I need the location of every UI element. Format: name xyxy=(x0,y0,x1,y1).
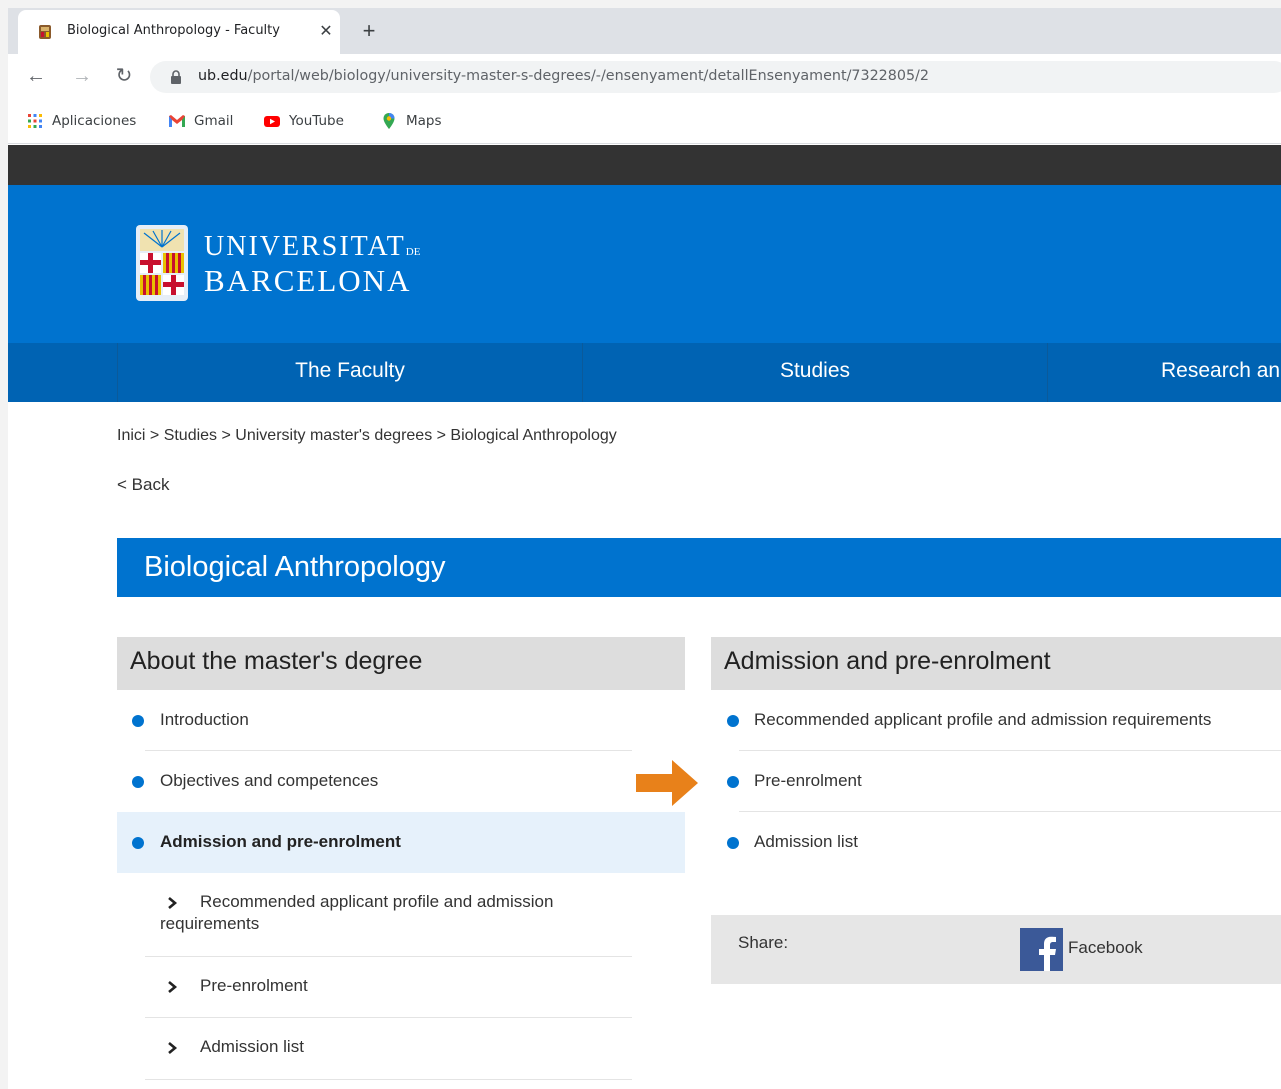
panel-header: Admission and pre-enrolment xyxy=(711,637,1281,690)
share-label: Share: xyxy=(738,933,789,952)
youtube-icon xyxy=(264,116,280,127)
facebook-icon[interactable] xyxy=(1020,928,1063,971)
forward-arrow-icon[interactable]: → xyxy=(70,64,94,88)
ub-favicon-icon xyxy=(39,25,51,39)
site-header: UNIVERSITATDE BARCELONA xyxy=(8,185,1281,343)
url-host: ub.edu xyxy=(198,68,248,84)
bookmark-label: YouTube xyxy=(289,113,344,129)
nav-item-the-faculty[interactable]: The Faculty xyxy=(117,343,582,402)
logo-word-de: DE xyxy=(405,246,421,258)
close-tab-icon[interactable]: ✕ xyxy=(316,22,336,42)
about-degree-panel: About the master's degree Introduction O… xyxy=(117,637,685,1089)
page-title: Biological Anthropology xyxy=(144,551,446,583)
bullet-icon xyxy=(727,715,739,727)
gmail-icon xyxy=(169,115,185,127)
link-label: Pre-enrolment xyxy=(754,771,862,790)
new-tab-icon[interactable]: + xyxy=(357,19,381,43)
site-top-bar xyxy=(8,145,1281,185)
url-text: ub.edu/portal/web/biology/university-mas… xyxy=(198,68,929,84)
link-label: Recommended applicant profile and admiss… xyxy=(754,710,1212,729)
submenu-item-label: Pre-enrolment xyxy=(200,976,308,995)
browser-window: Biological Anthropology - Faculty ✕ + ← … xyxy=(8,8,1281,1089)
bookmark-label: Gmail xyxy=(194,113,234,129)
browser-toolbar: ← → ↻ ub.edu/portal/web/biology/universi… xyxy=(8,54,1281,98)
menu-item-introduction[interactable]: Introduction xyxy=(117,690,685,751)
nav-item-research[interactable]: Research and xyxy=(1047,343,1281,402)
logo-word-universitat: UNIVERSITAT xyxy=(204,231,406,262)
maps-pin-icon xyxy=(383,113,395,129)
bookmark-maps[interactable]: Maps xyxy=(380,111,442,131)
tab-title: Biological Anthropology - Faculty xyxy=(67,23,280,38)
panel-title: Admission and pre-enrolment xyxy=(724,647,1051,675)
link-pre-enrolment[interactable]: Pre-enrolment xyxy=(711,751,1281,812)
url-path: /portal/web/biology/university-master-s-… xyxy=(247,68,929,84)
bookmark-label: Maps xyxy=(406,113,442,129)
menu-item-label: Introduction xyxy=(160,710,249,729)
menu-item-label: Objectives and competences xyxy=(160,771,379,790)
browser-tab[interactable]: Biological Anthropology - Faculty ✕ xyxy=(18,10,340,54)
menu-item-label: Admission and pre-enrolment xyxy=(160,832,401,851)
breadcrumb[interactable]: Inici > Studies > University master's de… xyxy=(117,427,617,445)
bookmark-gmail[interactable]: Gmail xyxy=(168,111,233,131)
bullet-icon xyxy=(132,715,144,727)
submenu-item-admission-list[interactable]: Admission list xyxy=(117,1018,685,1080)
main-navigation: The Faculty Studies Research and xyxy=(8,343,1281,402)
apps-grid-icon xyxy=(28,114,42,128)
logo-text-universitat: UNIVERSITATDE xyxy=(204,231,420,263)
nav-item-studies[interactable]: Studies xyxy=(582,343,1047,402)
logo-text-barcelona: BARCELONA xyxy=(204,263,412,298)
bookmark-label: Aplicaciones xyxy=(52,113,137,129)
address-bar[interactable]: ub.edu/portal/web/biology/university-mas… xyxy=(150,61,1281,93)
highlight-arrow-icon xyxy=(636,760,698,806)
link-applicant-profile[interactable]: Recommended applicant profile and admiss… xyxy=(711,690,1281,751)
bullet-icon xyxy=(727,837,739,849)
divider xyxy=(145,1079,632,1080)
submenu-item-label: Recommended applicant profile and admiss… xyxy=(160,892,554,933)
facebook-share-link[interactable]: Facebook xyxy=(1068,938,1143,958)
tab-strip: Biological Anthropology - Faculty ✕ + xyxy=(8,8,1281,54)
back-arrow-icon[interactable]: ← xyxy=(24,64,48,88)
reload-icon[interactable]: ↻ xyxy=(112,64,136,88)
page-title-bar: Biological Anthropology xyxy=(117,538,1281,597)
menu-item-admission-active[interactable]: Admission and pre-enrolment xyxy=(117,812,685,873)
link-label: Admission list xyxy=(754,832,858,851)
lock-icon xyxy=(171,70,181,84)
submenu-item-label: Admission list xyxy=(200,1037,304,1056)
link-admission-list[interactable]: Admission list xyxy=(711,812,1281,873)
bookmark-apps[interactable]: Aplicaciones xyxy=(26,111,136,131)
bullet-icon xyxy=(132,837,144,849)
panel-title: About the master's degree xyxy=(130,647,423,675)
university-logo[interactable]: UNIVERSITATDE BARCELONA xyxy=(136,225,436,305)
bullet-icon xyxy=(132,776,144,788)
bookmark-youtube[interactable]: YouTube xyxy=(263,111,344,131)
bookmarks-bar: Aplicaciones Gmail YouTube Maps xyxy=(8,98,1281,144)
share-box: Share: Facebook xyxy=(711,915,1281,984)
submenu-item-applicant-profile[interactable]: Recommended applicant profile and admiss… xyxy=(117,873,685,957)
admission-panel: Admission and pre-enrolment Recommended … xyxy=(711,637,1281,875)
panel-header: About the master's degree xyxy=(117,637,685,690)
submenu-item-pre-enrolment[interactable]: Pre-enrolment xyxy=(117,957,685,1018)
university-crest-icon xyxy=(136,225,188,301)
back-link[interactable]: < Back xyxy=(117,475,169,495)
bullet-icon xyxy=(727,776,739,788)
menu-item-objectives[interactable]: Objectives and competences xyxy=(117,751,685,812)
